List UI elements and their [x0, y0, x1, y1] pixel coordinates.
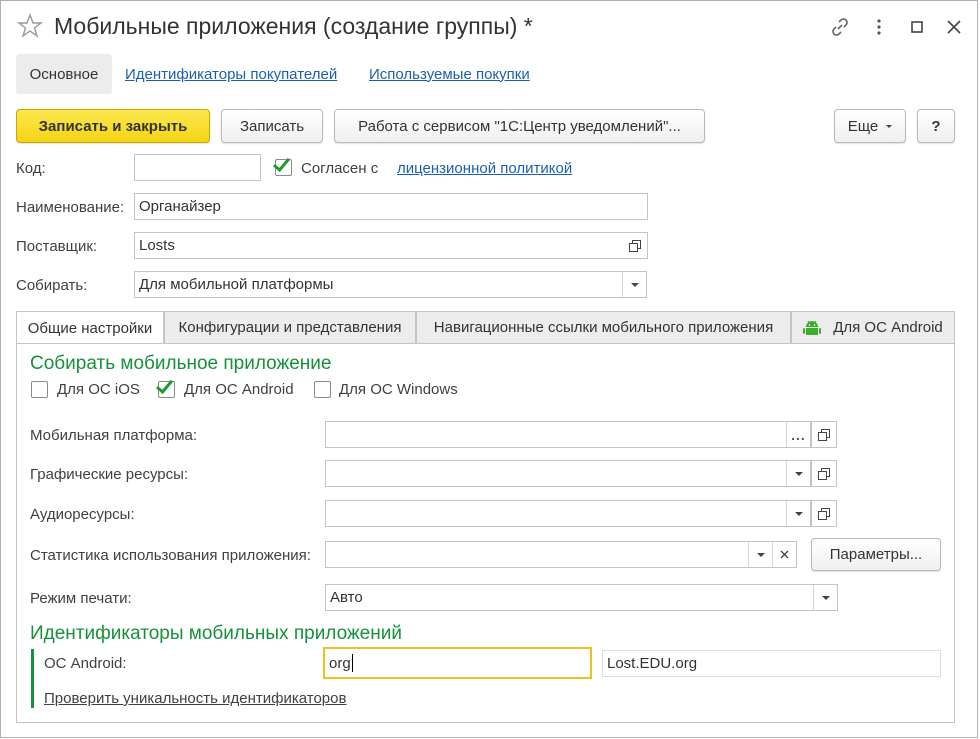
audio-label: Аудиоресурсы: [30, 506, 135, 523]
ids-section-title: Идентификаторы мобильных приложений [30, 623, 402, 644]
tab-used-purchases[interactable]: Используемые покупки [369, 54, 530, 94]
open-icon[interactable] [811, 500, 837, 527]
more-button[interactable]: Еще [834, 109, 906, 143]
save-and-close-button[interactable]: Записать и закрыть [16, 109, 210, 143]
print-mode-select[interactable]: Авто [325, 584, 838, 611]
help-button[interactable]: ? [917, 109, 955, 143]
audio-field[interactable] [325, 500, 811, 527]
windows-checkbox[interactable] [314, 381, 331, 398]
close-icon[interactable] [941, 14, 967, 40]
android-id-full: Lost.EDU.org [602, 650, 941, 677]
build-section-title: Собирать мобильное приложение [30, 353, 332, 374]
dropdown-arrow-icon[interactable] [813, 585, 837, 610]
windows-label: Для ОС Windows [339, 381, 458, 398]
dropdown-arrow-icon[interactable] [622, 272, 646, 297]
supplier-value: Losts [139, 237, 175, 254]
tab-nav-links[interactable]: Навигационные ссылки мобильного приложен… [416, 311, 791, 343]
print-mode-value: Авто [330, 589, 363, 606]
more-button-label: Еще [847, 117, 879, 135]
dropdown-arrow-icon[interactable] [786, 461, 810, 486]
license-policy-link[interactable]: лицензионной политикой [397, 160, 572, 177]
android-id-value: org [329, 654, 351, 672]
agree-checkbox[interactable] [272, 153, 292, 176]
android-label: Для ОС Android [184, 381, 294, 398]
android-id-label: ОС Android: [44, 655, 127, 672]
group-marker [31, 649, 34, 708]
supplier-label: Поставщик: [16, 238, 98, 255]
more-vert-icon[interactable] [866, 14, 892, 40]
agree-label: Согласен с [301, 160, 379, 177]
open-icon[interactable] [623, 233, 647, 258]
notification-service-button[interactable]: Работа с сервисом "1С:Центр уведомлений"… [334, 109, 705, 143]
code-field[interactable] [134, 154, 261, 181]
android-icon [803, 320, 822, 335]
check-uniqueness-link[interactable]: Проверить уникальность идентификаторов [44, 690, 346, 707]
tab-general-settings[interactable]: Общие настройки [16, 311, 164, 344]
dropdown-arrow-icon[interactable] [748, 542, 772, 567]
android-checkbox[interactable] [155, 375, 175, 398]
dropdown-arrow-icon [886, 124, 893, 128]
dropdown-arrow-icon[interactable] [786, 501, 810, 526]
page-title: Мобильные приложения (создание группы) * [54, 13, 533, 39]
text-cursor [351, 654, 353, 672]
code-label: Код: [16, 160, 46, 177]
favorite-star-icon[interactable] [17, 13, 43, 39]
clear-icon[interactable] [772, 542, 796, 567]
open-icon[interactable] [811, 460, 837, 487]
print-mode-label: Режим печати: [30, 590, 132, 607]
select-button[interactable]: ... [786, 422, 810, 447]
open-icon[interactable] [811, 421, 837, 448]
stats-field[interactable] [325, 541, 797, 568]
graphics-label: Графические ресурсы: [30, 466, 189, 483]
name-field[interactable]: Органайзер [134, 193, 648, 220]
build-value: Для мобильной платформы [139, 276, 334, 293]
link-icon[interactable] [827, 14, 853, 40]
tab-customer-ids[interactable]: Идентификаторы покупателей [125, 54, 337, 94]
ios-checkbox[interactable] [31, 381, 48, 398]
stats-label: Статистика использования приложения: [30, 547, 311, 564]
tab-configurations[interactable]: Конфигурации и представления [164, 311, 416, 343]
ios-label: Для ОС iOS [57, 381, 140, 398]
maximize-icon[interactable] [904, 14, 930, 40]
graphics-field[interactable] [325, 460, 811, 487]
android-id-input[interactable]: org [323, 647, 592, 679]
parameters-button[interactable]: Параметры... [811, 538, 941, 571]
build-select[interactable]: Для мобильной платформы [134, 271, 647, 298]
tab-android[interactable]: Для ОС Android [791, 311, 955, 343]
build-label: Собирать: [16, 277, 88, 294]
supplier-field[interactable]: Losts [134, 232, 648, 259]
tab-main[interactable]: Основное [16, 54, 112, 94]
save-button[interactable]: Записать [221, 109, 323, 143]
name-label: Наименование: [16, 199, 125, 216]
tab-android-label: Для ОС Android [833, 319, 943, 336]
platform-field[interactable]: ... [325, 421, 811, 448]
platform-label: Мобильная платформа: [30, 427, 198, 444]
